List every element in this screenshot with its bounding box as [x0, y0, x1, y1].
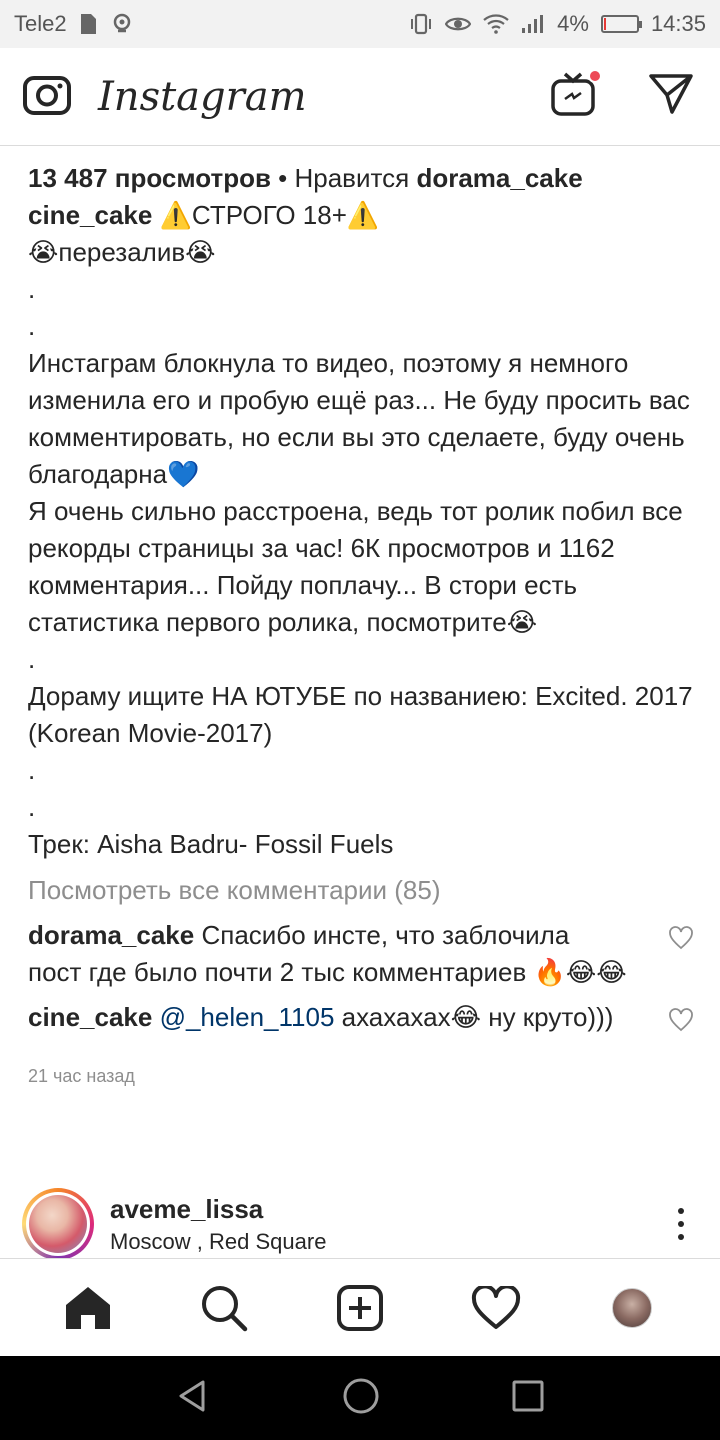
- vibrate-icon: [409, 13, 433, 35]
- caption-author[interactable]: cine_cake: [28, 200, 152, 230]
- caption-line: ⚠️СТРОГО 18+⚠️: [159, 200, 380, 230]
- view-all-comments-link[interactable]: Посмотреть все комментарии (85): [28, 872, 698, 909]
- comment-body: cine_cake @_helen_1105 ахахахах😂 ну крут…: [28, 999, 668, 1042]
- post-content: 13 487 просмотров • Нравится dorama_cake…: [28, 160, 698, 1095]
- more-dot: [678, 1221, 684, 1227]
- system-navigation-bar: [0, 1356, 720, 1440]
- post-meta: aveme_lissa Moscow , Red Square: [110, 1194, 326, 1255]
- comment-text: ахахахах😂 ну круто))): [341, 1002, 614, 1032]
- caption-line: .: [28, 311, 36, 341]
- comment: cine_cake @_helen_1105 ахахахах😂 ну крут…: [28, 999, 698, 1042]
- comment-like-button[interactable]: [668, 917, 698, 991]
- liked-by-prefix: • Нравится: [270, 163, 417, 193]
- igtv-icon[interactable]: [550, 69, 602, 122]
- comment-body: dorama_cake Спасибо инсте, что заблочила…: [28, 917, 668, 991]
- home-icon: [66, 1286, 110, 1329]
- post-username[interactable]: aveme_lissa: [110, 1194, 326, 1225]
- home-button-icon[interactable]: [341, 1376, 381, 1421]
- location-icon: [109, 13, 135, 35]
- comment-like-button[interactable]: [668, 999, 698, 1042]
- avatar: [29, 1195, 87, 1253]
- profile-avatar: [612, 1287, 652, 1328]
- next-post-header: aveme_lissa Moscow , Red Square: [22, 1188, 698, 1260]
- signal-icon: [521, 14, 545, 34]
- clock: 14:35: [650, 11, 706, 36]
- camera-icon[interactable]: [22, 72, 72, 121]
- status-bar: Tele2 4% 14:35: [0, 0, 720, 48]
- avatar-border: [26, 1192, 90, 1256]
- nav-activity[interactable]: [466, 1278, 526, 1338]
- caption-line: .: [28, 755, 36, 785]
- story-ring[interactable]: [22, 1188, 94, 1260]
- caption-line: Я очень сильно расстроена, ведь тот роли…: [28, 496, 690, 637]
- battery-percent: 4%: [557, 11, 589, 36]
- battery-level-fill: [603, 18, 606, 30]
- eye-icon: [445, 14, 472, 34]
- search-icon: [202, 1285, 248, 1331]
- battery-icon: [600, 15, 642, 33]
- bottom-navigation: [0, 1258, 720, 1356]
- post-location[interactable]: Moscow , Red Square: [110, 1229, 326, 1255]
- nav-home[interactable]: [58, 1278, 118, 1338]
- views-count[interactable]: 13 487 просмотров: [28, 163, 271, 193]
- back-icon[interactable]: [175, 1378, 211, 1419]
- comment-mention[interactable]: @_helen_1105: [160, 1002, 335, 1032]
- caption-line: Инстаграм блокнула то видео, поэтому я н…: [28, 348, 698, 489]
- direct-message-icon[interactable]: [648, 73, 694, 120]
- app-header: Instagram: [0, 48, 720, 146]
- wifi-icon: [483, 14, 509, 34]
- plus-square-icon: [337, 1284, 383, 1331]
- more-dot: [678, 1234, 684, 1240]
- caption-line: Дораму ищите НА ЮТУБЕ по названиею: Exci…: [28, 681, 700, 748]
- comment-user[interactable]: dorama_cake: [28, 920, 194, 950]
- notification-dot: [588, 69, 602, 83]
- recent-apps-icon[interactable]: [511, 1379, 545, 1418]
- nav-profile[interactable]: [602, 1278, 662, 1338]
- carrier-label: Tele2: [14, 11, 67, 36]
- heart-icon: [669, 1008, 693, 1032]
- caption-line: Трек: Aisha Badru- Fossil Fuels: [28, 829, 394, 859]
- post-caption: cine_cake ⚠️СТРОГО 18+⚠️ 😭перезалив😭 . .…: [28, 197, 698, 863]
- comment: dorama_cake Спасибо инсте, что заблочила…: [28, 917, 698, 991]
- liked-by-user[interactable]: dorama_cake: [416, 163, 582, 193]
- app-logo: Instagram: [98, 73, 307, 120]
- more-options-button[interactable]: [678, 1208, 684, 1240]
- heart-icon: [669, 926, 693, 950]
- heart-icon: [471, 1285, 521, 1329]
- caption-line: .: [28, 792, 36, 822]
- more-dot: [678, 1208, 684, 1214]
- sim-card-icon: [79, 13, 97, 35]
- post-stats: 13 487 просмотров • Нравится dorama_cake: [28, 160, 698, 197]
- caption-line: .: [28, 644, 36, 674]
- nav-search[interactable]: [194, 1278, 254, 1338]
- comment-user[interactable]: cine_cake: [28, 1002, 152, 1032]
- nav-new-post[interactable]: [330, 1278, 390, 1338]
- caption-line: 😭перезалив😭: [28, 237, 216, 267]
- post-timestamp: 21 час назад: [28, 1066, 135, 1086]
- caption-line: .: [28, 274, 36, 304]
